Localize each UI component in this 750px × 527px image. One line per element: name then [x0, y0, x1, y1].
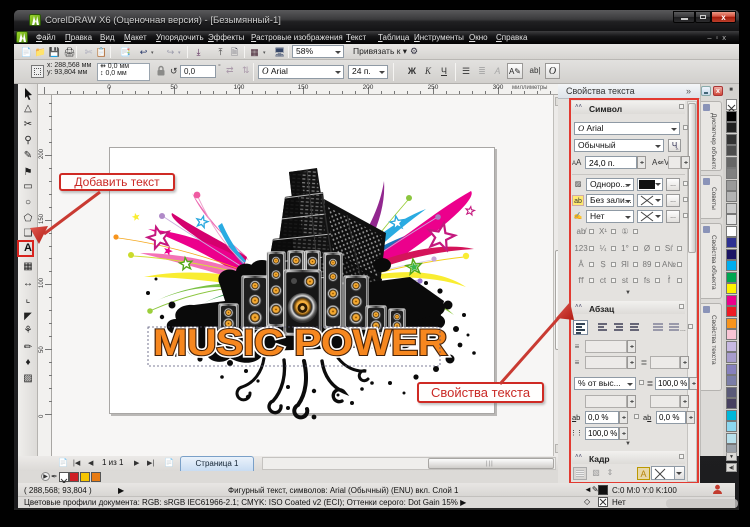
- svg-text:MUSIC POWER: MUSIC POWER: [153, 323, 447, 363]
